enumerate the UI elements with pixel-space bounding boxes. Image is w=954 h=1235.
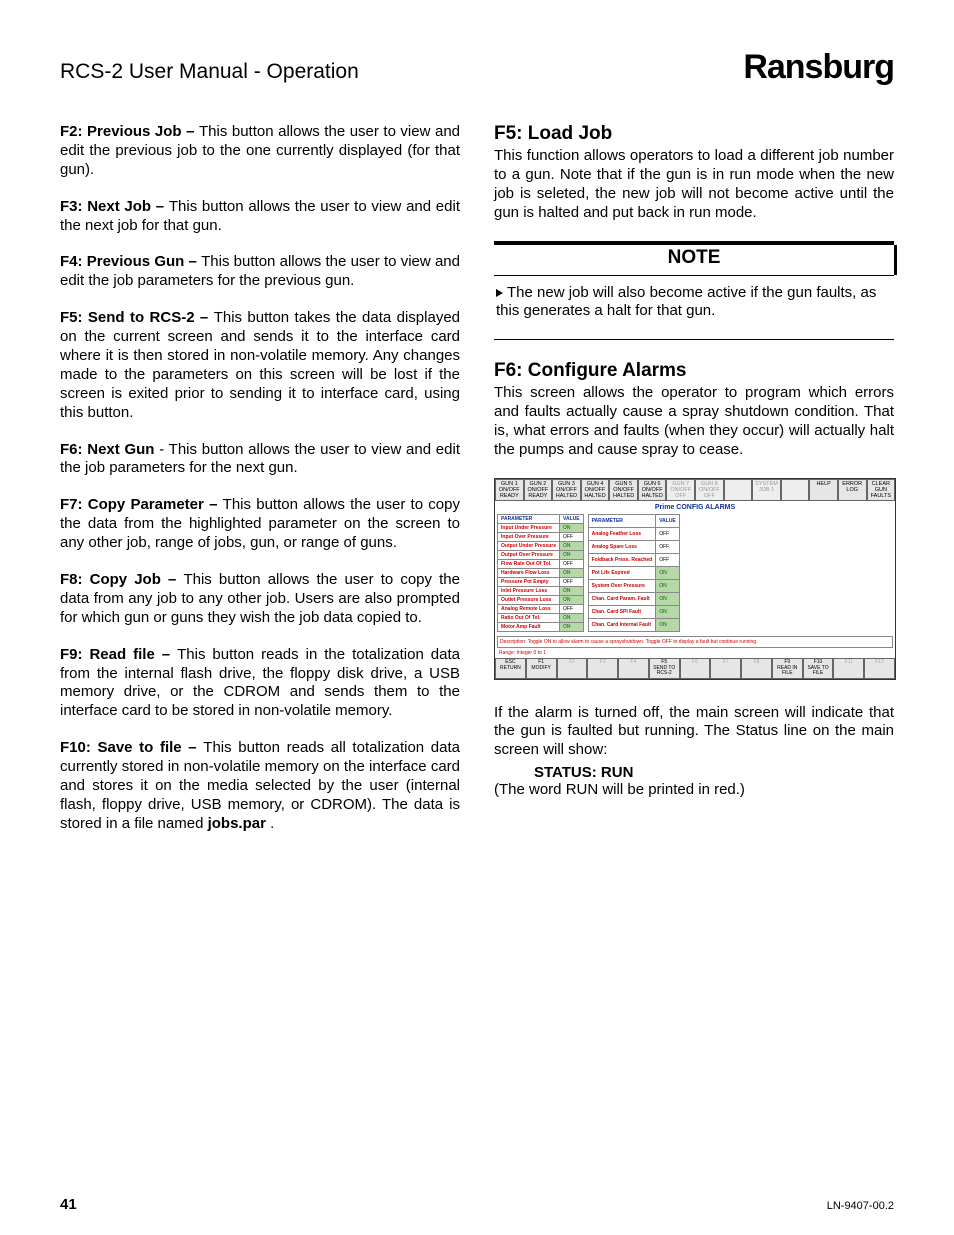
alarm-tables-area: PARAMETERVALUEInput Under PressureONInpu…	[495, 514, 895, 632]
gun-status-button: CLEARGUNFAULTS	[867, 479, 896, 501]
alarm-row: Input Over PressureOFF	[498, 533, 584, 542]
fkey-button: F1MODIFY	[526, 658, 557, 679]
gun-status-button: ERRORLOG	[838, 479, 867, 501]
para-f7: F7: Copy Parameter – This button allows …	[60, 496, 460, 553]
label-f4: F4: Previous Gun –	[60, 253, 201, 270]
screenshot-title: Prime CONFIG ALARMS	[495, 501, 895, 514]
left-column: F2: Previous Job – This button allows th…	[60, 123, 460, 852]
brand-logo: Ransburg	[743, 48, 894, 87]
config-alarms-screenshot: GUN 1ON/OFFREADYGUN 2ON/OFFREADYGUN 3ON/…	[494, 478, 896, 680]
screenshot-top-buttons: GUN 1ON/OFFREADYGUN 2ON/OFFREADYGUN 3ON/…	[495, 479, 895, 501]
fkey-button: F9READ INFILE	[772, 658, 803, 679]
fkey-button: F7	[710, 658, 741, 679]
para-f5: F5: Send to RCS-2 – This button takes th…	[60, 309, 460, 422]
para-f9: F9: Read file – This button reads in the…	[60, 646, 460, 722]
gun-status-button: GUN 2ON/OFFREADY	[524, 479, 553, 501]
heading-f5-load-job: F5: Load Job	[494, 123, 894, 145]
page: RCS-2 User Manual - Operation Ransburg F…	[0, 0, 954, 1235]
screenshot-range: Range: Integer 0 to 1	[495, 648, 895, 658]
para-f10: F10: Save to file – This button reads al…	[60, 739, 460, 833]
alarm-row: Pressure Pot EmptyOFF	[498, 578, 584, 587]
screenshot-description: Description: Toggle ON to allow alarm to…	[497, 636, 893, 648]
note-box: NOTE The new job will also become active…	[494, 241, 894, 341]
fkey-button: F6	[680, 658, 711, 679]
para-f4: F4: Previous Gun – This button allows th…	[60, 253, 460, 291]
fkey-button: F5SEND TORCS-2	[649, 658, 680, 679]
alarm-row: Motor Amp FaultON	[498, 623, 584, 632]
gun-status-button: SYSTEMJOB 1	[752, 479, 781, 501]
alarm-table-right: PARAMETERVALUEAnalog Feather LossOFFAnal…	[588, 514, 680, 632]
alarm-row: Foldback Press. ReachedOFF	[588, 554, 679, 567]
alarm-row: Analog Spare LossOFF	[588, 541, 679, 554]
para-f6: F6: Next Gun - This button allows the us…	[60, 441, 460, 479]
label-f8: F8: Copy Job –	[60, 571, 183, 588]
document-code: LN-9407-00.2	[827, 1200, 894, 1212]
text-f5-load-job: This function allows operators to load a…	[494, 147, 894, 223]
page-header: RCS-2 User Manual - Operation Ransburg	[60, 48, 894, 87]
gun-status-button: GUN 1ON/OFFREADY	[495, 479, 524, 501]
label-f3: F3: Next Job –	[60, 198, 169, 215]
gun-status-button: GUN 4ON/OFFHALTED	[581, 479, 610, 501]
alarm-row: Chan. Card Internal FaultON	[588, 619, 679, 632]
fkey-button: F3	[587, 658, 618, 679]
file-name: jobs.par	[208, 815, 266, 832]
gun-status-button: GUN 6ON/OFFHALTED	[638, 479, 667, 501]
label-f6: F6: Next Gun	[60, 441, 159, 458]
para-f2: F2: Previous Job – This button allows th…	[60, 123, 460, 180]
heading-f6-configure-alarms: F6: Configure Alarms	[494, 360, 894, 382]
fkey-button: F4	[618, 658, 649, 679]
alarm-row: Ratio Out Of Tol.ON	[498, 614, 584, 623]
after-screenshot-p2: (The word RUN will be printed in red.)	[494, 781, 894, 800]
content-columns: F2: Previous Job – This button allows th…	[60, 123, 894, 852]
gun-status-button	[781, 479, 810, 501]
alarm-row: Analog Feather LossOFF	[588, 528, 679, 541]
document-title: RCS-2 User Manual - Operation	[60, 60, 359, 84]
status-line: STATUS: RUN	[494, 764, 894, 781]
fkey-button: F2	[557, 658, 588, 679]
alarm-row: Output Under PressureON	[498, 542, 584, 551]
alarm-row: Input Under PressureON	[498, 524, 584, 533]
page-number: 41	[60, 1196, 77, 1213]
right-column: F5: Load Job This function allows operat…	[494, 123, 894, 852]
alarm-row: Output Over PressureON	[498, 551, 584, 560]
fkey-button: F10SAVE TOFILE	[803, 658, 834, 679]
note-title: NOTE	[494, 245, 894, 276]
fkey-button: F11	[833, 658, 864, 679]
gun-status-button: GUN 8ON/OFFOFF	[695, 479, 724, 501]
gun-status-button: GUN 3ON/OFFHALTED	[552, 479, 581, 501]
after-screenshot-p1: If the alarm is turned off, the main scr…	[494, 704, 894, 761]
fkey-button: ESCRETURN	[495, 658, 526, 679]
label-f10: F10: Save to file –	[60, 739, 203, 756]
screenshot-bottom-buttons: ESCRETURNF1MODIFYF2F3F4F5SEND TORCS-2F6F…	[495, 658, 895, 679]
alarm-row: Analog Remote LossOFF	[498, 605, 584, 614]
gun-status-button: GUN 7ON/OFFOFF	[666, 479, 695, 501]
alarm-row: Hardware Flow LossON	[498, 569, 584, 578]
text-f6-configure-alarms: This screen allows the operator to progr…	[494, 384, 894, 460]
label-f9: F9: Read file –	[60, 646, 177, 663]
alarm-row: Pot Life ExpiredON	[588, 567, 679, 580]
para-f8: F8: Copy Job – This button allows the us…	[60, 571, 460, 628]
fkey-button: F8	[741, 658, 772, 679]
label-f2: F2: Previous Job –	[60, 123, 199, 140]
alarm-row: Chan. Card Param. FaultON	[588, 593, 679, 606]
text-f10b: .	[266, 815, 274, 832]
gun-status-button	[724, 479, 753, 501]
alarm-row: Flow Rate Out Of Tol.OFF	[498, 560, 584, 569]
label-f7: F7: Copy Parameter –	[60, 496, 223, 513]
alarm-row: Outlet Pressure LossON	[498, 596, 584, 605]
fkey-button: F12	[864, 658, 895, 679]
gun-status-button: GUN 5ON/OFFHALTED	[609, 479, 638, 501]
label-f5: F5: Send to RCS-2 –	[60, 309, 214, 326]
arrow-icon	[496, 289, 503, 297]
page-footer: 41 LN-9407-00.2	[60, 1196, 894, 1213]
alarm-table-left: PARAMETERVALUEInput Under PressureONInpu…	[497, 514, 584, 632]
alarm-row: Inlet Pressure LossON	[498, 587, 584, 596]
note-text: The new job will also become active if t…	[496, 284, 876, 320]
note-body: The new job will also become active if t…	[494, 276, 894, 340]
para-f3: F3: Next Job – This button allows the us…	[60, 198, 460, 236]
alarm-row: Chan. Card SPI FaultON	[588, 606, 679, 619]
gun-status-button: HELP	[809, 479, 838, 501]
alarm-row: System Over PressureON	[588, 580, 679, 593]
